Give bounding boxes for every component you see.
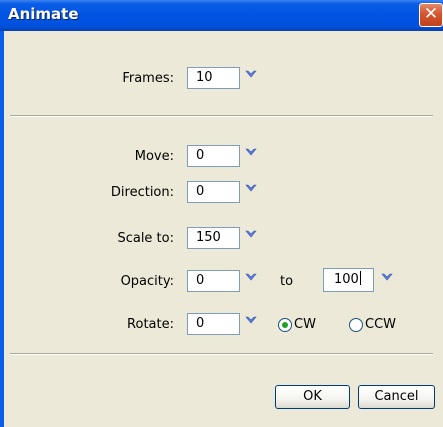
chevron-down-icon <box>245 184 257 193</box>
ok-button[interactable]: OK <box>275 385 350 409</box>
scale-input[interactable]: 150 <box>187 227 240 249</box>
radio-selected-dot <box>282 322 288 328</box>
title-bar: Animate ✕ <box>0 0 443 31</box>
cw-radio[interactable] <box>278 318 292 332</box>
opacity-from-dropdown[interactable] <box>244 270 258 290</box>
close-icon: ✕ <box>423 4 439 24</box>
dialog-title: Animate <box>8 5 79 23</box>
direction-input[interactable]: 0 <box>187 181 240 203</box>
move-label: Move: <box>134 149 174 164</box>
rotate-input[interactable]: 0 <box>187 313 240 335</box>
opacity-to-input[interactable]: 100 <box>323 268 374 292</box>
chevron-down-icon <box>381 273 393 282</box>
scale-label: Scale to: <box>117 231 174 246</box>
direction-label: Direction: <box>110 185 174 200</box>
rotate-label: Rotate: <box>127 317 174 332</box>
direction-dropdown[interactable] <box>244 181 258 201</box>
chevron-down-icon <box>245 148 257 157</box>
opacity-label: Opacity: <box>120 274 174 289</box>
animate-dialog: Animate ✕ Frames: 10 Move: 0 Direction: … <box>0 0 443 427</box>
rotate-dropdown[interactable] <box>244 313 258 333</box>
ccw-label: CCW <box>365 317 397 332</box>
chevron-down-icon <box>245 230 257 239</box>
move-input[interactable]: 0 <box>187 145 240 167</box>
opacity-to-dropdown[interactable] <box>380 270 394 290</box>
ccw-radio[interactable] <box>349 318 363 332</box>
frames-label: Frames: <box>122 71 174 86</box>
move-dropdown[interactable] <box>244 145 258 165</box>
window-border <box>0 31 4 427</box>
cancel-button[interactable]: Cancel <box>358 385 435 409</box>
scale-dropdown[interactable] <box>244 227 258 247</box>
frames-input[interactable]: 10 <box>187 67 240 89</box>
frames-dropdown[interactable] <box>244 67 258 87</box>
separator-top <box>10 115 433 117</box>
chevron-down-icon <box>245 70 257 79</box>
separator-bottom <box>10 353 433 355</box>
opacity-to-value: 100 <box>334 272 359 287</box>
chevron-down-icon <box>245 316 257 325</box>
chevron-down-icon <box>245 273 257 282</box>
close-button[interactable]: ✕ <box>419 3 443 27</box>
opacity-from-input[interactable]: 0 <box>187 270 240 292</box>
text-caret <box>359 271 361 285</box>
cw-label: CW <box>294 317 316 332</box>
opacity-to-label: to <box>280 274 294 289</box>
